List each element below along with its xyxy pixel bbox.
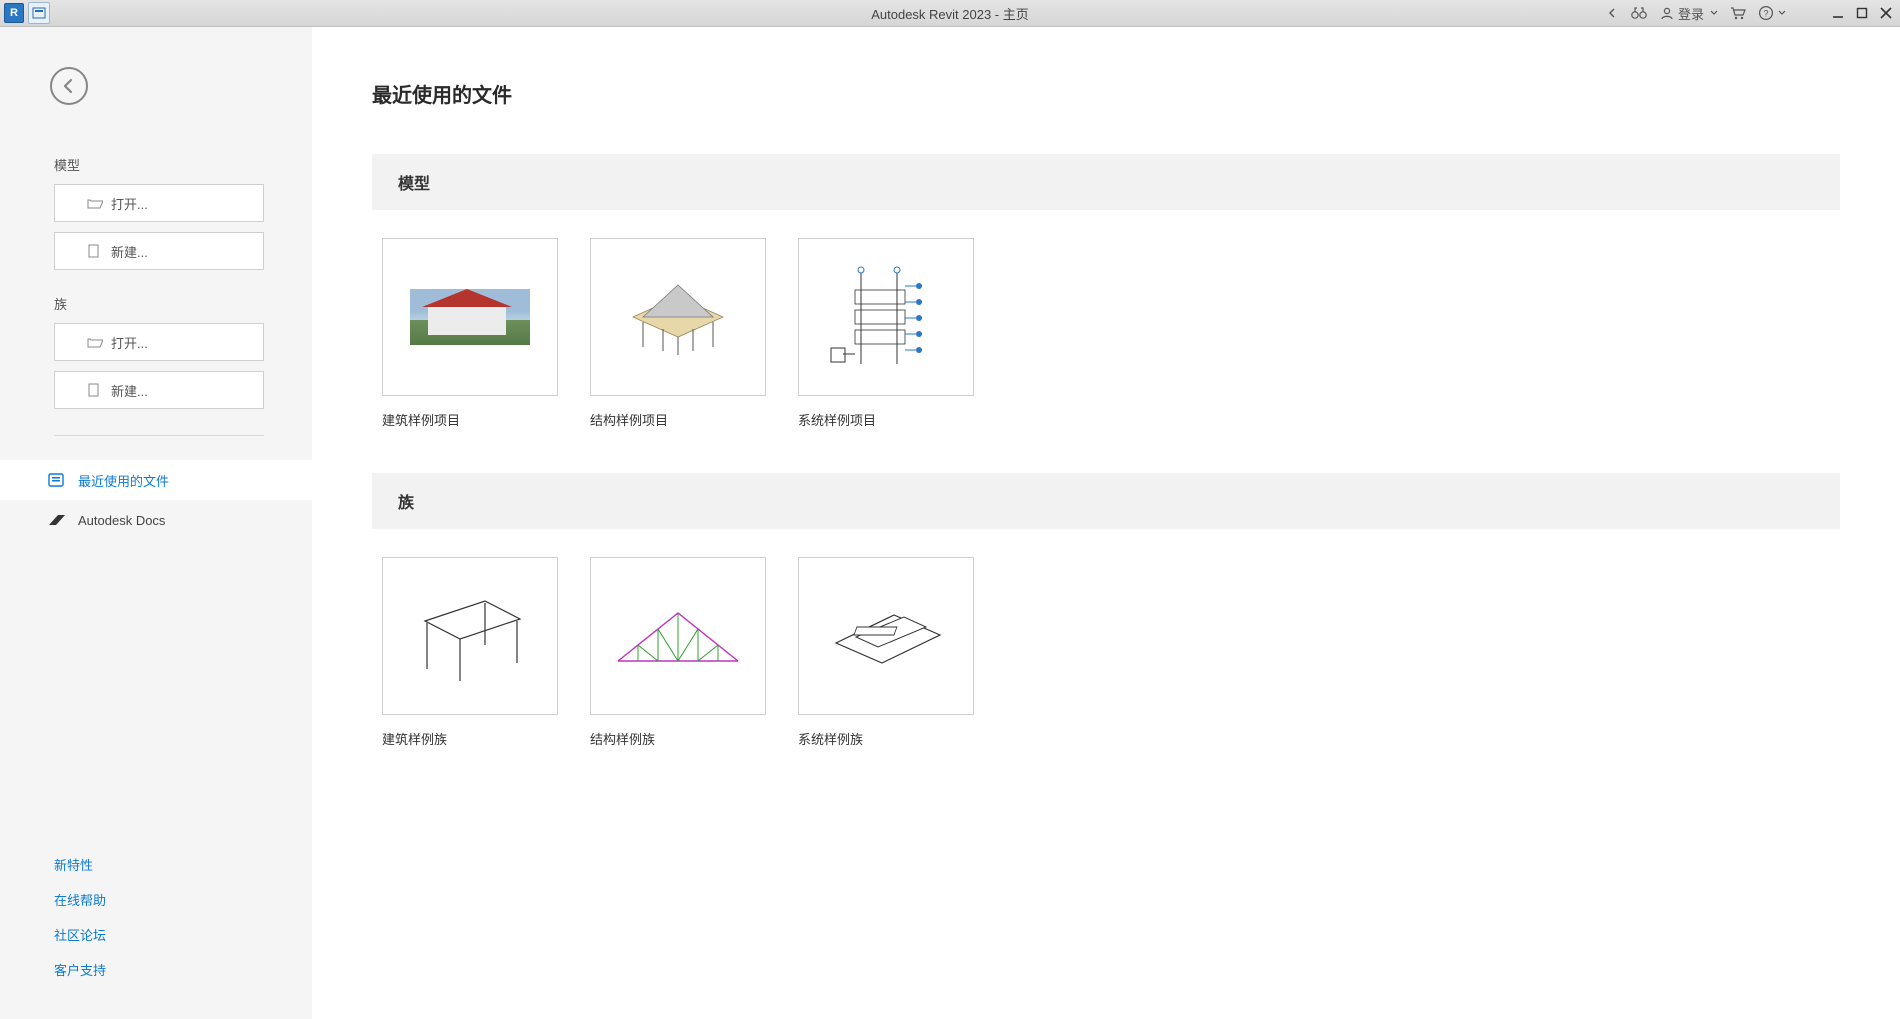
tile-thumb	[798, 238, 974, 396]
group-header-families: 族	[372, 473, 1840, 529]
nav-recent-label: 最近使用的文件	[78, 471, 169, 490]
link-online-help[interactable]: 在线帮助	[54, 890, 258, 909]
back-button[interactable]	[50, 67, 88, 105]
minimize-button[interactable]	[1832, 2, 1844, 24]
titlebar: R Autodesk Revit 2023 - 主页 登录 ?	[0, 0, 1900, 27]
tile-model-struct[interactable]: 结构样例项目	[590, 238, 766, 429]
tile-label: 结构样例项目	[590, 410, 766, 429]
close-button[interactable]	[1880, 2, 1892, 24]
tile-thumb	[590, 557, 766, 715]
sidebar-families-label: 族	[54, 294, 258, 313]
open-model-button[interactable]: 打开...	[54, 184, 264, 222]
autodesk-docs-icon	[48, 514, 66, 526]
tile-thumb	[798, 557, 974, 715]
open-family-label: 打开...	[111, 333, 148, 352]
home-quickaccess-button[interactable]	[28, 2, 50, 24]
tile-thumb	[382, 238, 558, 396]
new-file-icon	[87, 244, 103, 258]
help-dropdown-icon[interactable]	[1778, 2, 1786, 24]
login-label: 登录	[1678, 4, 1704, 23]
tile-label: 结构样例族	[590, 729, 766, 748]
tile-family-sys[interactable]: 系统样例族	[798, 557, 974, 748]
new-model-button[interactable]: 新建...	[54, 232, 264, 270]
recent-files-icon	[48, 472, 66, 488]
group-header-models: 模型	[372, 154, 1840, 210]
nav-autodesk-docs[interactable]: Autodesk Docs	[0, 500, 312, 540]
svg-text:?: ?	[1763, 8, 1768, 18]
login-button[interactable]: 登录	[1660, 4, 1704, 23]
page-title: 最近使用的文件	[372, 79, 1840, 108]
open-family-button[interactable]: 打开...	[54, 323, 264, 361]
tile-family-struct[interactable]: 结构样例族	[590, 557, 766, 748]
folder-open-icon	[87, 197, 103, 209]
new-file-icon	[87, 383, 103, 397]
tile-family-arch[interactable]: 建筑样例族	[382, 557, 558, 748]
tile-thumb	[382, 557, 558, 715]
link-support[interactable]: 客户支持	[54, 960, 258, 979]
tile-model-sys[interactable]: 系统样例项目	[798, 238, 974, 429]
main-content: 最近使用的文件 模型 建筑样例项目	[312, 27, 1900, 1019]
tile-model-arch[interactable]: 建筑样例项目	[382, 238, 558, 429]
window-title: Autodesk Revit 2023 - 主页	[871, 4, 1029, 23]
new-model-label: 新建...	[111, 242, 148, 261]
nav-docs-label: Autodesk Docs	[78, 513, 165, 528]
search-binoculars-icon[interactable]	[1630, 2, 1648, 24]
sidebar-models-label: 模型	[54, 155, 258, 174]
link-whatsnew[interactable]: 新特性	[54, 855, 258, 874]
tile-label: 建筑样例族	[382, 729, 558, 748]
nav-recent-files[interactable]: 最近使用的文件	[0, 460, 312, 500]
help-icon[interactable]: ?	[1758, 2, 1774, 24]
link-forum[interactable]: 社区论坛	[54, 925, 258, 944]
dropdown-caret-icon[interactable]	[1710, 2, 1718, 24]
tile-label: 系统样例族	[798, 729, 974, 748]
new-family-label: 新建...	[111, 381, 148, 400]
back-arrow-small-icon[interactable]	[1608, 2, 1618, 24]
sidebar-divider	[54, 435, 264, 436]
new-family-button[interactable]: 新建...	[54, 371, 264, 409]
tile-label: 系统样例项目	[798, 410, 974, 429]
maximize-button[interactable]	[1856, 2, 1868, 24]
cart-icon[interactable]	[1730, 2, 1746, 24]
sidebar: 模型 打开... 新建... 族 打开... 新建... 最近使用的文件	[0, 27, 312, 1019]
tile-label: 建筑样例项目	[382, 410, 558, 429]
revit-app-icon[interactable]: R	[4, 3, 24, 23]
open-model-label: 打开...	[111, 194, 148, 213]
tile-thumb	[590, 238, 766, 396]
folder-open-icon	[87, 336, 103, 348]
